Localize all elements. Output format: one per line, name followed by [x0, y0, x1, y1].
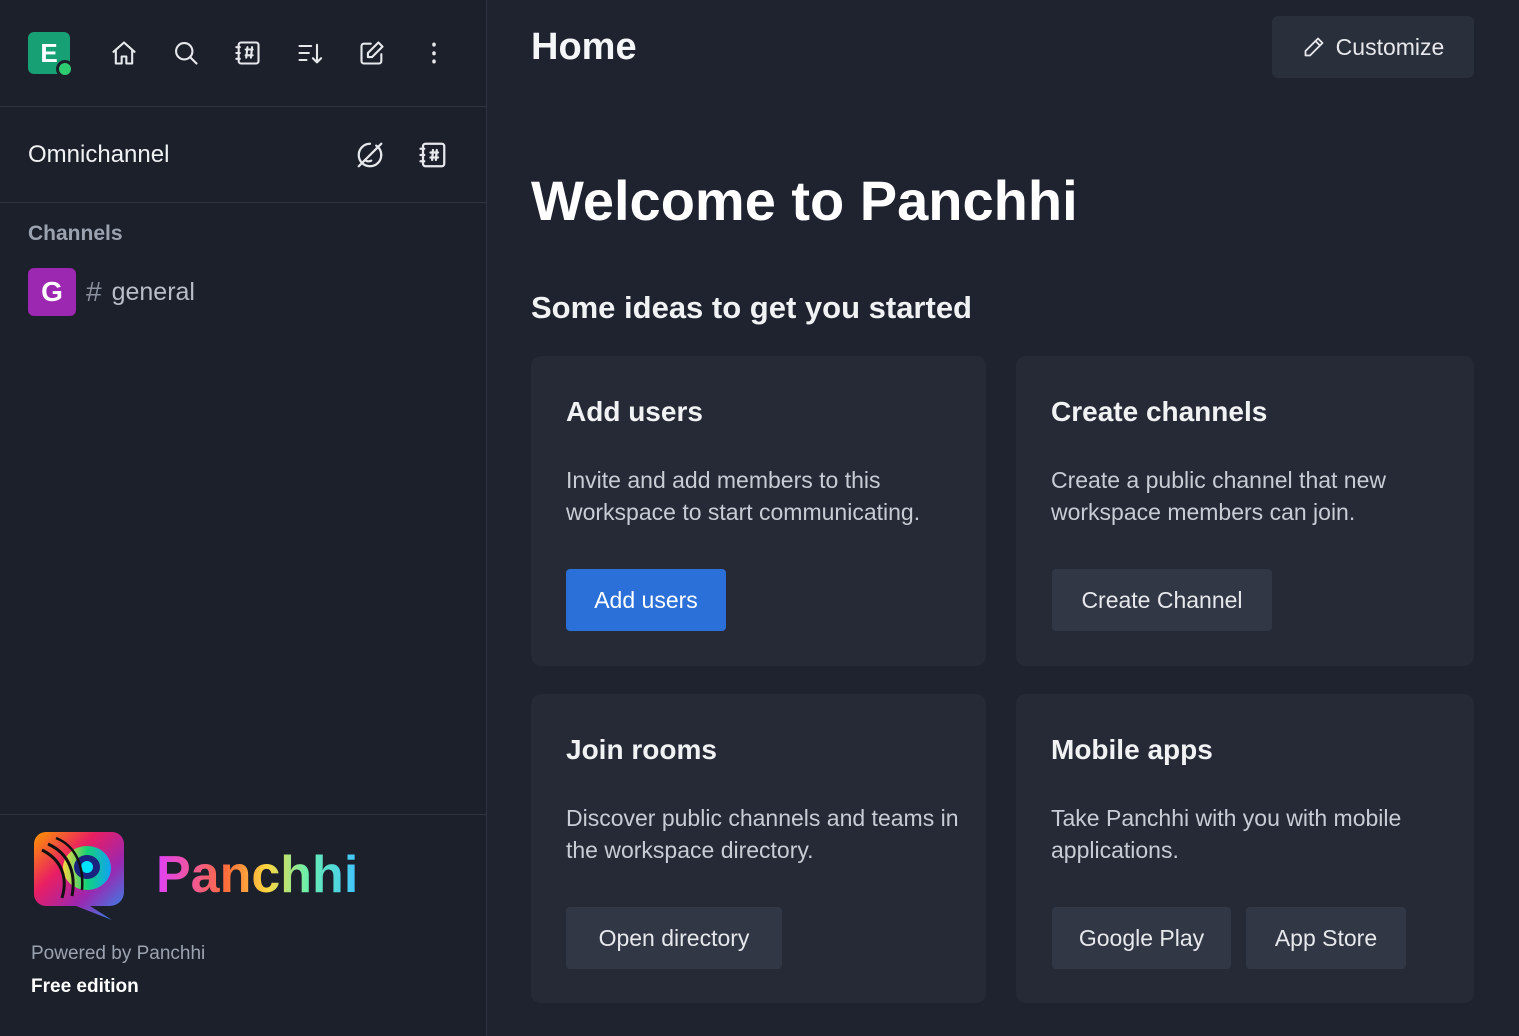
- card-description: Invite and add members to this workspace…: [566, 467, 921, 525]
- sort-button[interactable]: [292, 35, 328, 71]
- omnichannel-offline-icon: [357, 142, 383, 168]
- contact-center-icon: [419, 142, 446, 168]
- card-title: Add users: [566, 396, 703, 427]
- search-icon: [175, 42, 198, 65]
- edition-text: Free edition: [31, 976, 139, 997]
- channel-avatar: G: [28, 268, 76, 316]
- google-play-button[interactable]: Google Play: [1052, 907, 1231, 969]
- app-store-button[interactable]: App Store: [1246, 907, 1406, 969]
- open-directory-button[interactable]: Open directory: [566, 907, 782, 969]
- sidebar-item-general[interactable]: G # general: [28, 268, 195, 316]
- powered-by-text: Powered by Panchhi: [31, 943, 206, 964]
- create-new-icon: [360, 41, 384, 65]
- pencil-icon: [1304, 37, 1324, 57]
- directory-icon: [235, 41, 260, 65]
- sort-icon: [298, 43, 323, 64]
- home-button[interactable]: [106, 35, 142, 71]
- omnichannel-label: Omnichannel: [28, 140, 170, 168]
- kebab-menu-icon: [432, 42, 436, 64]
- welcome-heading: Welcome to Panchhi: [531, 169, 1078, 232]
- card-title: Join rooms: [566, 734, 717, 765]
- add-users-button[interactable]: Add users: [566, 569, 726, 631]
- workspace-initial: E: [40, 37, 58, 68]
- omnichannel-status-button[interactable]: [355, 140, 387, 172]
- card-description: Take Panchhi with you with mobile applic…: [1051, 805, 1402, 863]
- home-icon: [112, 41, 136, 65]
- contact-center-button[interactable]: [418, 140, 450, 172]
- omnichannel-header: Omnichannel: [0, 107, 486, 203]
- page-title: Home: [531, 26, 637, 68]
- customize-button[interactable]: Customize: [1272, 16, 1474, 78]
- main-content: Home Customize Welcome to Panchhi Some i…: [488, 0, 1519, 1036]
- brand-name: Panchhi: [156, 846, 359, 904]
- workspace-avatar[interactable]: E: [28, 32, 74, 78]
- card-create-channels: Create channels Create a public channel …: [1016, 356, 1474, 666]
- card-description: Discover public channels and teams in th…: [566, 805, 959, 863]
- directory-button[interactable]: [230, 35, 266, 71]
- card-add-users: Add users Invite and add members to this…: [531, 356, 986, 666]
- create-channel-button[interactable]: Create Channel: [1052, 569, 1272, 631]
- more-options-button[interactable]: [416, 35, 452, 71]
- channels-section-label: Channels: [28, 222, 123, 245]
- hash-icon: #: [86, 276, 102, 307]
- card-mobile-apps: Mobile apps Take Panchhi with you with m…: [1016, 694, 1474, 1003]
- sidebar-footer: Panchhi Powered by Panchhi Free edition: [0, 814, 486, 1036]
- sidebar-topbar: E: [0, 0, 486, 107]
- panchhi-logo-icon: [34, 832, 124, 920]
- create-new-button[interactable]: [354, 35, 390, 71]
- channel-name: general: [111, 277, 195, 306]
- card-description: Create a public channel that new workspa…: [1051, 467, 1386, 525]
- card-title: Create channels: [1051, 396, 1268, 427]
- online-status-dot: [56, 60, 74, 78]
- customize-label: Customize: [1335, 33, 1445, 60]
- sidebar: E Omnichannel Channels G # general Panch…: [0, 0, 487, 1036]
- ideas-heading: Some ideas to get you started: [531, 290, 972, 325]
- search-button[interactable]: [168, 35, 204, 71]
- card-join-rooms: Join rooms Discover public channels and …: [531, 694, 986, 1003]
- card-title: Mobile apps: [1051, 734, 1213, 765]
